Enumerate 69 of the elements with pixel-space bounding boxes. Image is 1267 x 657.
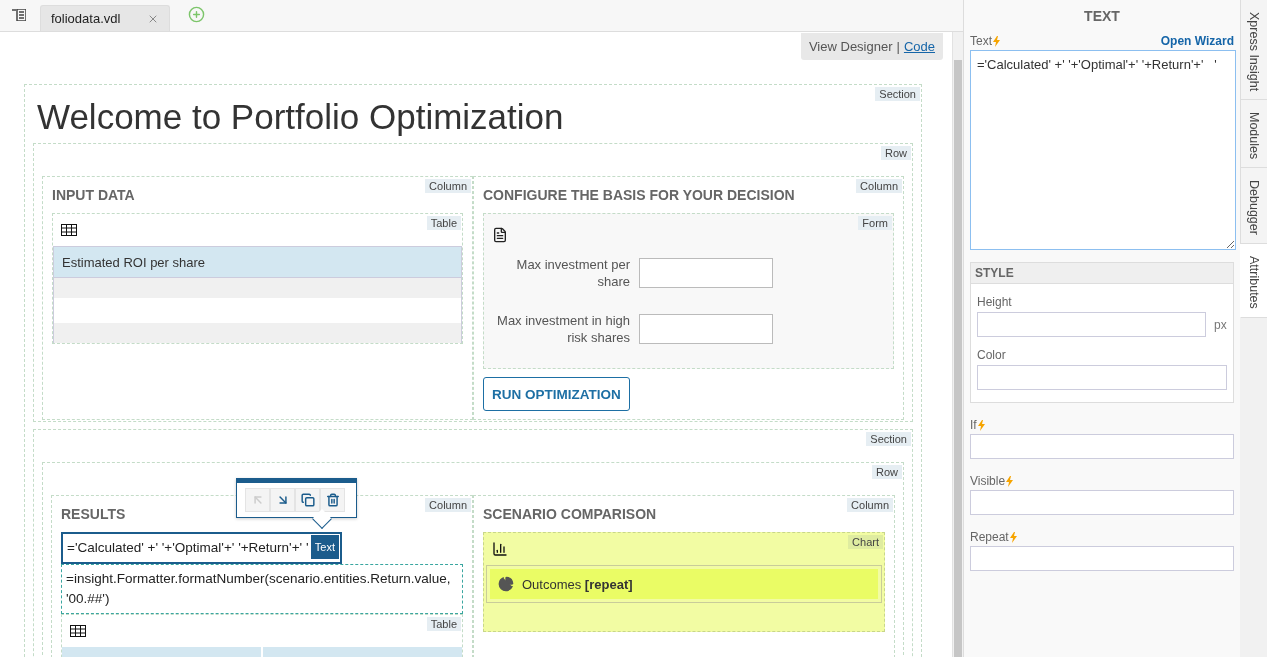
table-header: Estimated ROI per share	[53, 246, 462, 278]
view-option[interactable]: View Designer	[808, 39, 893, 54]
file-tab[interactable]: foliodata.vdl	[40, 5, 170, 31]
component-tag: Section	[875, 87, 920, 101]
field-label: Max investment per share	[515, 256, 631, 290]
component-tag: Form	[858, 216, 892, 230]
column-heading: SCENARIO COMPARISON	[483, 506, 657, 522]
side-tab[interactable]: Attributes	[1240, 244, 1267, 319]
input-field[interactable]	[639, 314, 773, 344]
component-tag: Row	[872, 465, 902, 479]
field-label: Visible	[970, 474, 1015, 488]
component-tag: Text	[310, 535, 339, 559]
style-heading: STYLE	[971, 263, 1233, 284]
side-tab[interactable]: Xpress Insight	[1240, 0, 1267, 101]
field-label: Text	[970, 34, 1001, 48]
arrow-down-right-button[interactable]	[270, 488, 295, 512]
table-icon	[70, 625, 86, 637]
panel-title: TEXT	[1083, 7, 1121, 26]
component-tag: Table	[426, 216, 461, 230]
column-heading: CONFIGURE THE BASIS FOR YOUR DECISION	[483, 187, 795, 203]
field-label: Color	[977, 348, 1006, 362]
file-tab-label: foliodata.vdl	[51, 11, 121, 26]
field-label: Height	[977, 295, 1012, 309]
add-icon[interactable]	[188, 6, 205, 23]
component-tag: Column	[856, 179, 902, 193]
series-label: Outcomes [repeat]	[522, 576, 633, 592]
side-tab[interactable]: Debugger	[1240, 168, 1267, 245]
field-label: Repeat	[970, 530, 1018, 544]
trash-button[interactable]	[320, 488, 345, 512]
input-field[interactable]	[970, 490, 1234, 515]
component-tag: Table	[426, 617, 461, 631]
lightning-icon	[992, 35, 1001, 47]
input-field[interactable]	[639, 258, 773, 288]
scrollbar[interactable]	[952, 32, 963, 657]
column-heading: RESULTS	[61, 506, 126, 522]
side-tab[interactable]: Modules	[1240, 100, 1267, 169]
table-icon	[61, 224, 77, 236]
component-tag: Chart	[848, 535, 883, 549]
lightning-icon	[1008, 531, 1018, 543]
component-tag: Column	[425, 179, 471, 193]
input-field[interactable]	[970, 546, 1234, 571]
trash-icon	[325, 493, 340, 507]
unit-label: px	[1214, 317, 1227, 332]
field-label: If	[970, 418, 986, 432]
run-button[interactable]: RUN OPTIMIZATION	[483, 377, 630, 411]
field-label: Max investment in high risk shares	[496, 312, 631, 346]
text-element[interactable]: =insight.Formatter.formatNumber(scenario.entities.Return.value, '00.##')	[61, 564, 463, 614]
menu-icon[interactable]	[12, 9, 26, 21]
text-area[interactable]: ='Calculated' +' '+'Optimal'+' '+Return'+' '	[970, 50, 1236, 250]
view-link[interactable]: Code	[903, 39, 935, 54]
lightning-icon	[976, 419, 986, 431]
pie-chart-icon	[498, 576, 514, 592]
component-tag: Section	[866, 432, 911, 446]
input-field[interactable]	[977, 312, 1206, 337]
lightning-icon	[1005, 475, 1015, 487]
copy-icon	[300, 493, 315, 507]
input-field[interactable]	[977, 365, 1227, 390]
document-icon	[492, 227, 508, 243]
component-tag: Column	[847, 498, 893, 512]
separator: |	[896, 39, 900, 54]
input-field[interactable]	[970, 434, 1234, 459]
open-wizard-link[interactable]: Open Wizard	[1160, 34, 1234, 48]
component-tag: Row	[881, 146, 911, 160]
page-title: Welcome to Portfolio Optimization	[37, 97, 564, 137]
bar-chart-icon	[492, 541, 508, 557]
component-tag: Column	[425, 498, 471, 512]
text-element[interactable]: ='Calculated' +' '+'Optimal'+' '+Return'+' ' Text	[61, 532, 342, 564]
copy-button[interactable]	[295, 488, 320, 512]
column-heading: INPUT DATA	[52, 187, 135, 203]
